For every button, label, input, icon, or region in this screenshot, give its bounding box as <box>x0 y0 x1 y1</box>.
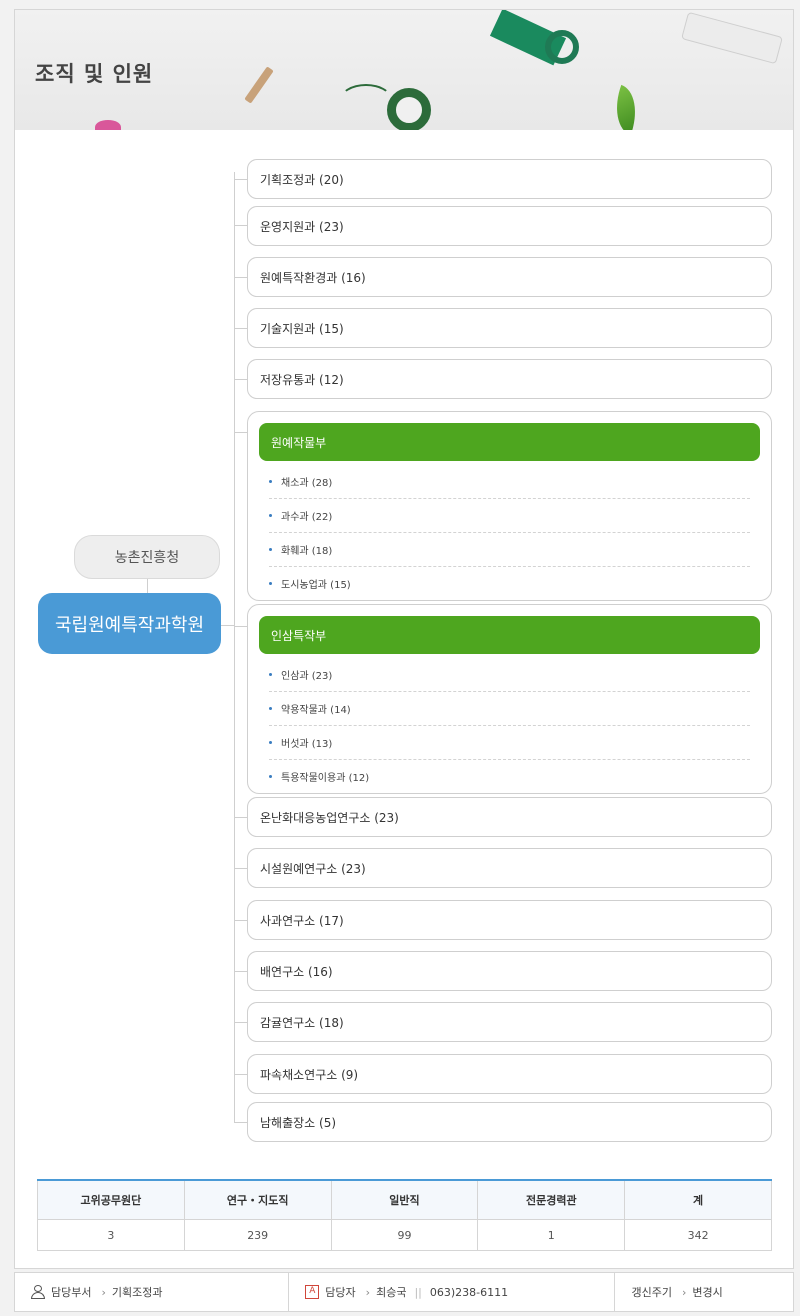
person-label: 담당자 <box>325 1286 356 1299</box>
bullet-icon <box>269 673 272 676</box>
dept-label: 담당부서 <box>51 1286 92 1299</box>
chevron-right-icon: › <box>101 1285 106 1299</box>
unit-connector <box>234 277 247 278</box>
unit-connector <box>234 225 247 226</box>
subunit-list: 인삼과 (23) 약용작물과 (14) 버섯과 (13) 특용작물이용과 (12… <box>248 658 771 793</box>
unit-connector <box>234 1122 247 1123</box>
bullet-icon <box>269 707 272 710</box>
floral-tape-decoration <box>387 88 431 130</box>
subunit-label: 채소과 (28) <box>281 478 333 489</box>
subunit-label: 화훼과 (18) <box>281 546 333 557</box>
org-unit-citrus-institute[interactable]: 감귤연구소 (18) <box>247 1002 772 1042</box>
org-group-ginseng: 인삼특작부 인삼과 (23) 약용작물과 (14) 버섯과 (13) 특용작물이… <box>247 604 772 794</box>
bullet-icon <box>269 741 272 744</box>
org-unit-planning[interactable]: 기획조정과 (20) <box>247 159 772 199</box>
unit-connector <box>234 817 247 818</box>
org-unit-apple-institute[interactable]: 사과연구소 (17) <box>247 900 772 940</box>
org-parent-node[interactable]: 농촌진흥청 <box>74 535 220 579</box>
table-cell: 3 <box>37 1219 185 1251</box>
subunit-item[interactable]: 특용작물이용과 (12) <box>269 760 750 793</box>
bullet-icon <box>269 548 272 551</box>
column-header: 계 <box>624 1179 772 1220</box>
column-header: 일반직 <box>330 1179 479 1220</box>
wire-decoration <box>339 84 393 118</box>
unit-connector <box>234 1022 247 1023</box>
org-group-horticulture: 원예작물부 채소과 (28) 과수과 (22) 화훼과 (18) 도시농업과 (… <box>247 411 772 601</box>
org-unit-storage[interactable]: 저장유통과 (12) <box>247 359 772 399</box>
person-badge-icon: A <box>305 1285 320 1299</box>
column-header: 연구・지도직 <box>183 1179 332 1220</box>
org-tree-line <box>234 172 235 1122</box>
org-unit-pear-institute[interactable]: 배연구소 (16) <box>247 951 772 991</box>
parent-connector <box>147 579 148 593</box>
org-unit-tech-support[interactable]: 기술지원과 (15) <box>247 308 772 348</box>
table-row: 3 239 99 1 342 <box>37 1219 772 1251</box>
phone-number: 063)238-6111 <box>429 1285 509 1299</box>
group-header[interactable]: 인삼특작부 <box>259 616 760 654</box>
table-cell: 239 <box>183 1219 332 1251</box>
org-unit-environment[interactable]: 원예특작환경과 (16) <box>247 257 772 297</box>
subunit-label: 인삼과 (23) <box>281 671 333 682</box>
org-unit-protected-horticulture[interactable]: 시설원예연구소 (23) <box>247 848 772 888</box>
subunit-item[interactable]: 채소과 (28) <box>269 465 750 499</box>
unit-connector <box>234 432 247 433</box>
org-unit-namhae-station[interactable]: 남해출장소 (5) <box>247 1102 772 1142</box>
org-unit-operations[interactable]: 운영지원과 (23) <box>247 206 772 246</box>
unit-connector <box>234 179 247 180</box>
people-icon <box>31 1285 45 1299</box>
table-cell: 342 <box>624 1219 772 1251</box>
unit-connector <box>234 1074 247 1075</box>
column-header: 전문경력관 <box>477 1179 626 1220</box>
page-info-footer: 담당부서 › 기획조정과 A 담당자 › 최승국 || 063)238-6111… <box>14 1272 794 1312</box>
org-unit-climate-institute[interactable]: 온난화대응농업연구소 (23) <box>247 797 772 837</box>
page-banner: 조직 및 인원 <box>15 10 793 130</box>
footer-dept: 담당부서 › 기획조정과 <box>15 1273 288 1311</box>
cycle-value: 변경시 <box>692 1286 723 1299</box>
chevron-right-icon: › <box>365 1285 371 1299</box>
subunit-item[interactable]: 약용작물과 (14) <box>269 692 750 726</box>
flower-decoration <box>95 120 121 130</box>
page-title: 조직 및 인원 <box>35 62 154 86</box>
subunit-label: 도시농업과 (15) <box>281 580 351 591</box>
subunit-item[interactable]: 화훼과 (18) <box>269 533 750 567</box>
subunit-label: 특용작물이용과 (12) <box>281 773 370 784</box>
unit-connector <box>234 971 247 972</box>
leaf-decoration <box>606 84 646 130</box>
unit-connector <box>234 868 247 869</box>
subunit-label: 과수과 (22) <box>281 512 333 523</box>
footer-cycle: 갱신주기 › 변경시 <box>615 1273 793 1311</box>
chevron-right-icon: › <box>681 1285 687 1299</box>
column-header: 고위공무원단 <box>37 1179 185 1220</box>
subunit-label: 약용작물과 (14) <box>281 705 351 716</box>
person-value: 최승국 <box>376 1286 407 1299</box>
cycle-label: 갱신주기 <box>631 1286 672 1299</box>
table-header-row: 고위공무원단 연구・지도직 일반직 전문경력관 계 <box>37 1179 772 1220</box>
table-cell: 99 <box>330 1219 479 1251</box>
unit-connector <box>234 379 247 380</box>
org-root-node[interactable]: 국립원예특작과학원 <box>38 593 221 654</box>
watering-can-decoration <box>681 11 783 65</box>
footer-contact: A 담당자 › 최승국 || 063)238-6111 <box>289 1273 614 1311</box>
subunit-list: 채소과 (28) 과수과 (22) 화훼과 (18) 도시농업과 (15) <box>248 465 771 600</box>
bullet-icon <box>269 775 272 778</box>
table-cell: 1 <box>477 1219 626 1251</box>
tape-roll-decoration <box>545 30 579 64</box>
org-unit-allium-institute[interactable]: 파속채소연구소 (9) <box>247 1054 772 1094</box>
subunit-label: 버섯과 (13) <box>281 739 333 750</box>
staff-count-table: 고위공무원단 연구・지도직 일반직 전문경력관 계 3 239 99 1 342 <box>37 1179 772 1251</box>
bullet-icon <box>269 582 272 585</box>
unit-connector <box>234 328 247 329</box>
subunit-item[interactable]: 도시농업과 (15) <box>269 567 750 600</box>
bullet-icon <box>269 480 272 483</box>
group-header[interactable]: 원예작물부 <box>259 423 760 461</box>
subunit-item[interactable]: 인삼과 (23) <box>269 658 750 692</box>
subunit-item[interactable]: 과수과 (22) <box>269 499 750 533</box>
bullet-icon <box>269 514 272 517</box>
unit-connector <box>234 626 247 627</box>
clothespin-decoration <box>244 66 274 104</box>
subunit-item[interactable]: 버섯과 (13) <box>269 726 750 760</box>
dept-value: 기획조정과 <box>111 1286 163 1299</box>
separator-bar: || <box>414 1285 422 1299</box>
unit-connector <box>234 920 247 921</box>
